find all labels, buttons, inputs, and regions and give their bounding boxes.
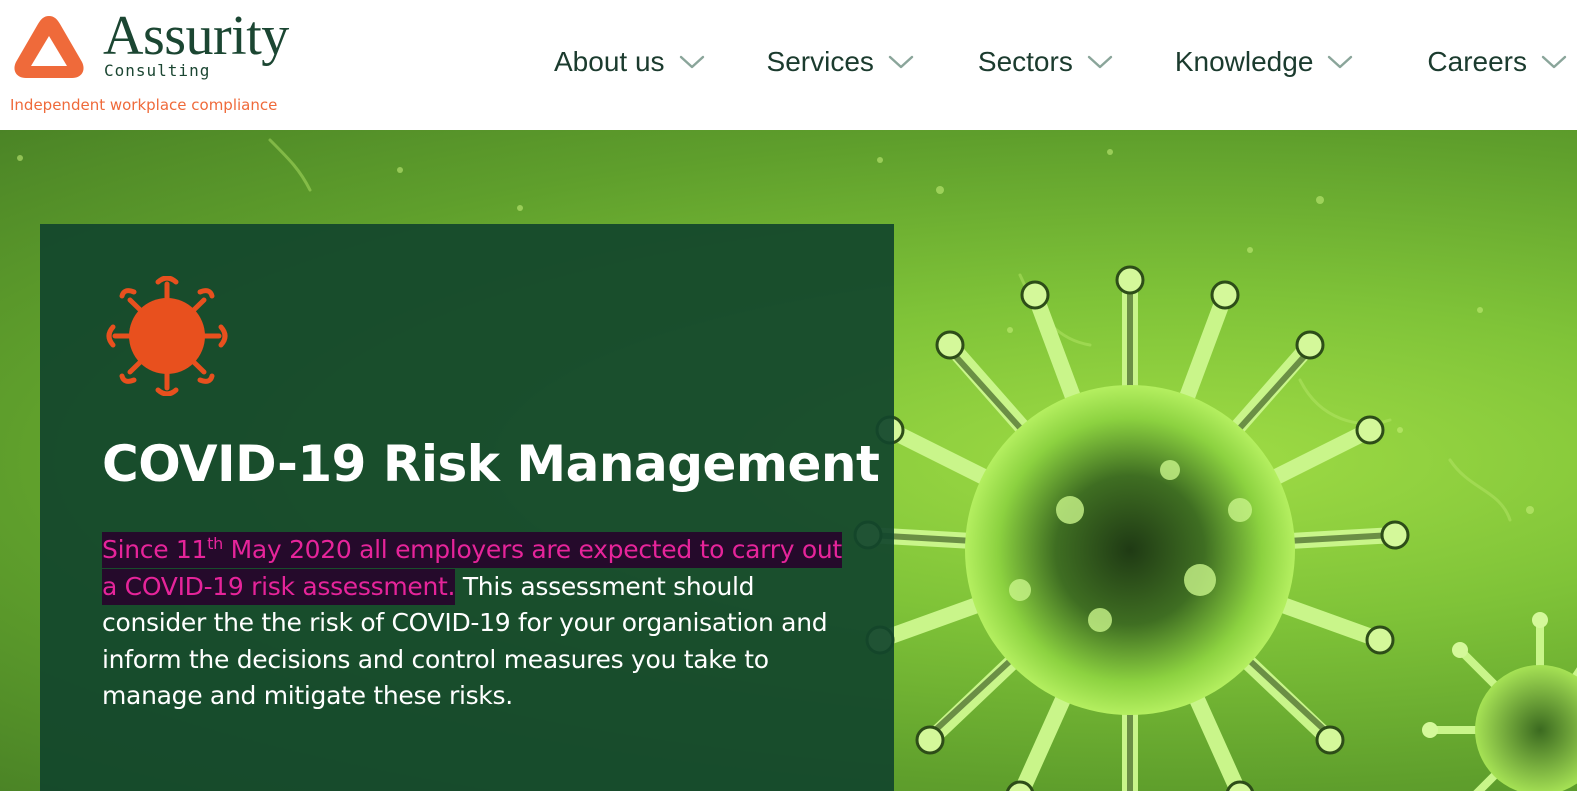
nav-item-label: About us: [554, 46, 665, 77]
virus-icon: [106, 276, 228, 396]
chevron-down-icon: [888, 54, 914, 70]
chevron-down-icon: [1327, 54, 1353, 70]
nav-item-label: Services: [766, 46, 874, 77]
highlight-prefix: Since 11: [102, 535, 208, 564]
triangle-logo-icon: [14, 16, 84, 78]
site-logo[interactable]: Assurity Consulting Independent workplac…: [10, 6, 330, 120]
nav-item-about-us[interactable]: About us: [540, 38, 719, 86]
nav-item-label: Knowledge: [1174, 46, 1314, 77]
hero-banner: COVID-19 Risk Management Since 11th May …: [0, 130, 1577, 791]
nav-item-label: Sectors: [977, 46, 1073, 77]
hero-title: COVID-19 Risk Management: [102, 435, 880, 493]
brand-tagline: Independent workplace compliance: [10, 96, 278, 114]
chevron-down-icon: [1541, 54, 1567, 70]
nav-item-sectors[interactable]: Sectors: [964, 38, 1127, 86]
nav-item-label: Careers: [1427, 46, 1527, 77]
nav-item-knowledge[interactable]: Knowledge: [1161, 38, 1368, 86]
chevron-down-icon: [1087, 54, 1113, 70]
nav-item-services[interactable]: Services: [753, 38, 928, 86]
hero-card: COVID-19 Risk Management Since 11th May …: [40, 224, 894, 791]
brand-subname: Consulting: [104, 61, 211, 80]
brand-name: Assurity: [103, 5, 289, 67]
nav-item-careers[interactable]: Careers: [1413, 38, 1577, 86]
hero-description: Since 11th May 2020 all employers are ex…: [102, 532, 842, 715]
chevron-down-icon: [679, 54, 705, 70]
date-ordinal-suffix: th: [207, 534, 223, 553]
site-header: Assurity Consulting Independent workplac…: [0, 0, 1577, 130]
main-nav: About us Services Sectors Knowledge Care…: [540, 38, 1577, 86]
